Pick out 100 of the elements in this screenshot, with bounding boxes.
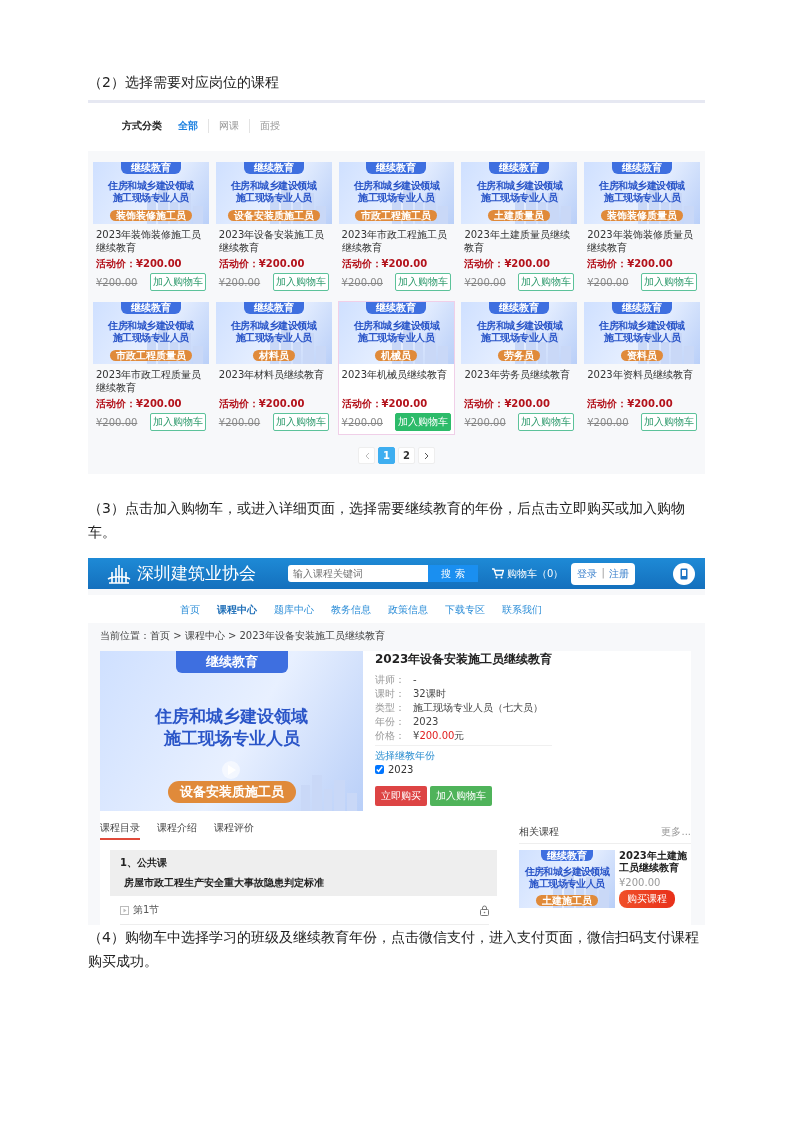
banner-headline: 施工现场专业人员	[604, 192, 681, 204]
banner-tag: 继续教育	[243, 302, 304, 314]
info-label: 年份：	[375, 715, 406, 728]
info-label: 类型：	[375, 701, 406, 714]
login-link[interactable]: 登录	[577, 566, 598, 581]
original-price: ¥200.00	[218, 276, 261, 288]
original-price: ¥200.00	[587, 416, 629, 428]
info-label: 讲师：	[375, 673, 406, 686]
add-to-cart-button[interactable]: 加入购物车	[395, 413, 452, 431]
info-value: -	[413, 673, 417, 686]
course-title: 2023年土建质量员继续教育	[463, 228, 571, 254]
register-link[interactable]: 注册	[608, 566, 629, 581]
nav-link[interactable]: 题库中心	[274, 603, 314, 617]
add-to-cart-button[interactable]: 加入购物车	[430, 786, 492, 806]
add-to-cart-button[interactable]: 加入购物车	[518, 413, 575, 431]
course-title: 2023年设备安装施工员继续教育	[375, 651, 553, 668]
role-label: 设备安装质施工员	[227, 210, 320, 221]
filter-tab[interactable]: 网课	[219, 119, 250, 133]
original-price: ¥200.00	[464, 276, 506, 288]
add-to-cart-button[interactable]: 加入购物车	[518, 273, 575, 291]
banner-headline: 施工现场专业人员	[604, 332, 681, 344]
page-button[interactable]: 1	[378, 447, 395, 464]
page-button[interactable]: 2	[398, 447, 415, 464]
filter-tab[interactable]: 全部	[178, 119, 209, 133]
price-text: 活动价：¥200.00	[586, 257, 674, 271]
chevron-left-icon	[363, 451, 370, 460]
nav-link[interactable]: 政策信息	[388, 603, 428, 617]
banner-headline: 住房和城乡建设领域	[599, 320, 685, 332]
role-label: 装饰装修质量员	[601, 210, 684, 221]
banner-headline: 施工现场专业人员	[112, 192, 189, 204]
nav-link[interactable]: 下载专区	[445, 603, 485, 617]
add-to-cart-button[interactable]: 加入购物车	[149, 273, 206, 291]
price-text: 活动价：¥200.00	[217, 397, 306, 411]
add-to-cart-button[interactable]: 加入购物车	[641, 273, 697, 291]
price-text: 活动价：¥200.00	[463, 257, 551, 271]
banner-headline: 住房和城乡建设领域	[353, 320, 440, 332]
original-price: ¥200.00	[218, 416, 261, 428]
play-button[interactable]	[222, 761, 240, 779]
role-label: 土建施工员	[536, 895, 598, 906]
add-to-cart-button[interactable]: 加入购物车	[272, 273, 329, 291]
buy-now-button[interactable]: 立即购买	[375, 786, 427, 806]
previous-page-button[interactable]	[358, 447, 375, 464]
add-to-cart-button[interactable]: 加入购物车	[149, 413, 206, 431]
filter-label: 方式分类	[122, 119, 162, 133]
cart-icon	[492, 568, 504, 579]
banner-headline: 住房和城乡建设领域	[599, 180, 685, 192]
video-icon	[120, 905, 129, 915]
banner-headline: 施工现场专业人员	[235, 332, 312, 344]
related-title: 相关课程	[519, 825, 559, 839]
step-text: （4）购物车中选择学习的班级及继续教育年份，点击微信支付，进入支付页面，微信扫码支付课程购买成功。	[88, 928, 700, 971]
banner-headline: 施工现场专业人员	[358, 332, 435, 344]
cart-label: 购物车（0）	[507, 566, 564, 581]
course-tab[interactable]: 课程目录	[100, 821, 140, 840]
buy-course-button[interactable]: 购买课程	[619, 890, 675, 908]
nav-link[interactable]: 教务信息	[331, 603, 371, 617]
section-row[interactable]: 第1节	[120, 896, 489, 925]
filter-tab[interactable]: 面授	[260, 119, 290, 133]
nav-link[interactable]: 课程中心	[217, 603, 257, 617]
next-page-button[interactable]	[418, 447, 435, 464]
banner-tag: 继续教育	[612, 302, 673, 314]
related-course-title[interactable]: 2023年土建施工员继续教育	[619, 850, 691, 874]
original-price: ¥200.00	[341, 416, 383, 428]
logo-icon	[106, 562, 132, 585]
search-button[interactable]: 搜 索	[428, 565, 478, 582]
original-price: ¥200.00	[587, 276, 629, 288]
banner-tag: 继续教育	[243, 162, 304, 174]
price-text: 活动价：¥200.00	[340, 397, 429, 411]
role-label: 劳务员	[498, 350, 541, 361]
banner-tag: 继续教育	[612, 162, 673, 174]
info-label: 价格：	[375, 729, 406, 742]
price-text: 活动价：¥200.00	[463, 397, 551, 411]
nav-link[interactable]: 首页	[180, 603, 200, 617]
course-tab[interactable]: 课程评价	[214, 821, 254, 840]
nav-link[interactable]: 联系我们	[502, 603, 542, 617]
course-title: 2023年装饰装修质量员继续教育	[586, 228, 694, 254]
course-title: 2023年劳务员继续教育	[463, 368, 571, 382]
course-card[interactable]: 继续教育 住房和城乡建设领域 施工现场专业人员 机械员 2023年机械员继续教育 活动价：¥200.00 ¥200.00 加入购物车	[337, 301, 456, 435]
add-to-cart-button[interactable]: 加入购物车	[272, 413, 329, 431]
search-field[interactable]: 输入课程关键词	[288, 565, 428, 582]
role-label: 市政工程质量员	[109, 350, 192, 361]
course-title: 2023年材料员继续教育	[217, 368, 326, 382]
mobile-button[interactable]	[673, 562, 695, 585]
site-name: 深圳建筑业协会	[137, 562, 256, 585]
price-text: 活动价：¥200.00	[217, 257, 306, 271]
info-value: 2023	[413, 715, 439, 728]
year-checkbox[interactable]	[375, 765, 384, 774]
add-to-cart-button[interactable]: 加入购物车	[641, 413, 697, 431]
banner-tag: 继续教育	[366, 162, 427, 174]
banner-headline: 施工现场专业人员	[163, 727, 300, 749]
cart-link[interactable]: 购物车（0）	[492, 566, 564, 581]
more-link[interactable]: 更多...	[661, 825, 691, 839]
add-to-cart-button[interactable]: 加入购物车	[395, 273, 452, 291]
course-tab[interactable]: 课程介绍	[157, 821, 197, 840]
banner-tag: 继续教育	[489, 162, 550, 174]
role-label: 机械员	[375, 350, 418, 361]
role-label: 材料员	[252, 350, 295, 361]
banner-headline: 住房和城乡建设领域	[230, 180, 317, 192]
course-title: 2023年资料员继续教育	[586, 368, 694, 382]
banner-headline: 施工现场专业人员	[481, 192, 558, 204]
banner-headline: 住房和城乡建设领域	[108, 320, 194, 332]
